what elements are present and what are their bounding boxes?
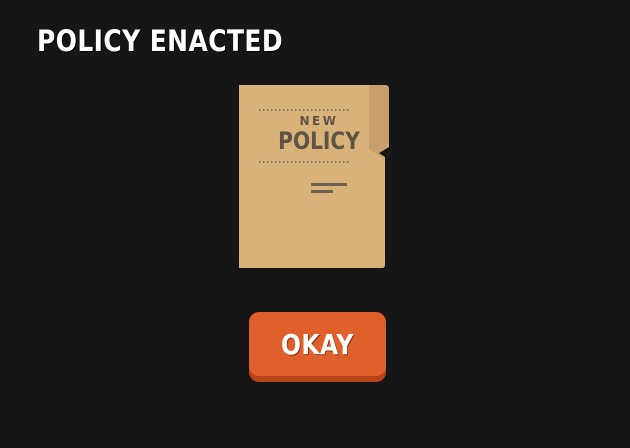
folder-line-1 (311, 183, 347, 186)
folder-line-2 (311, 190, 333, 193)
folder-label-new: NEW (299, 114, 339, 128)
page-title: POLICY ENACTED (37, 24, 283, 58)
policy-enacted-screen: POLICY ENACTED NEW POLICY OKAY (0, 0, 630, 448)
policy-folder-icon: NEW POLICY (239, 85, 390, 269)
okay-button[interactable]: OKAY (249, 312, 386, 382)
okay-button-label: OKAY (281, 327, 354, 361)
folder-graphic (239, 85, 389, 268)
okay-button-face[interactable]: OKAY (249, 312, 386, 376)
folder-front (239, 85, 385, 268)
folder-label-policy: POLICY (278, 127, 360, 155)
